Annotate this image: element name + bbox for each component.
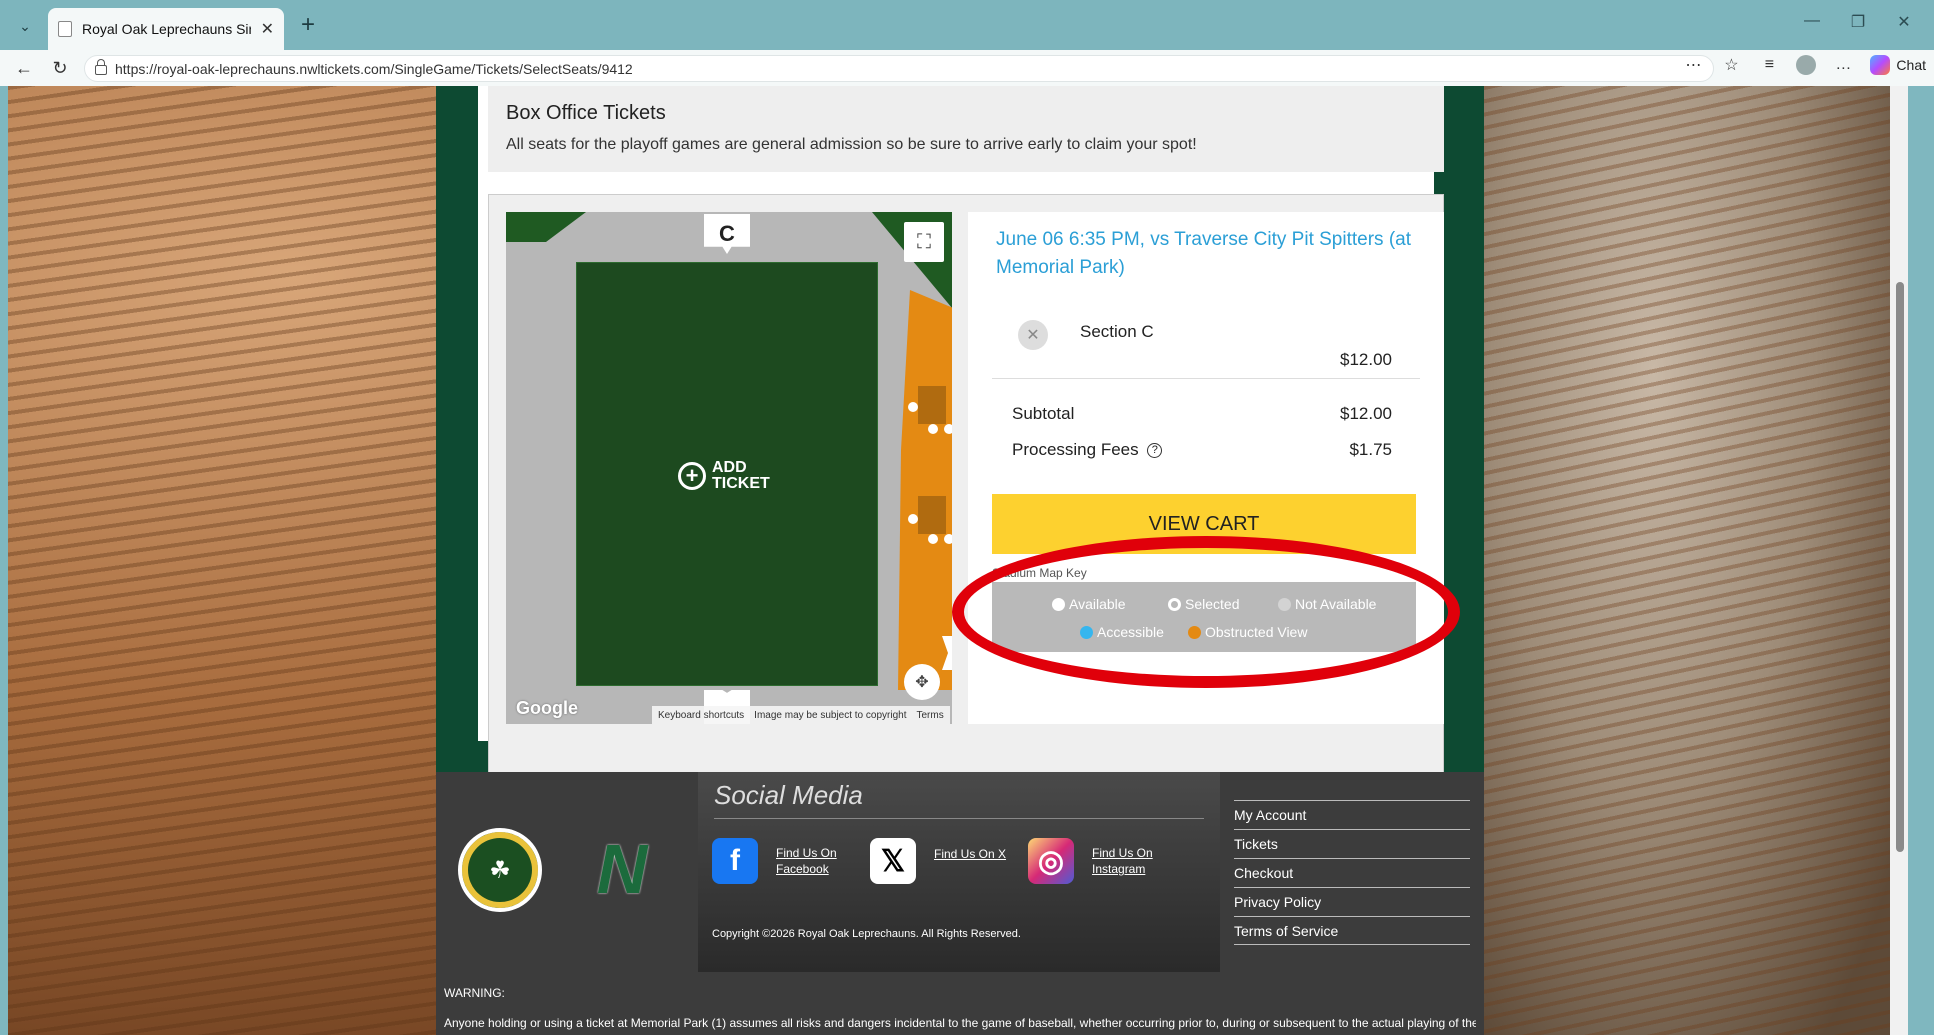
obstructed-view-section[interactable] [898,290,952,690]
seat-dot[interactable] [908,402,918,412]
lock-icon [95,59,107,75]
help-icon[interactable]: ? [1147,443,1163,459]
subtotal-value: $12.00 [1340,404,1392,423]
read-aloud-icon[interactable]: ⋯ [1682,55,1704,75]
page-scrollbar[interactable] [1890,86,1908,1035]
facebook-icon[interactable]: f [712,838,758,884]
processing-fees-value: $1.75 [1349,440,1392,459]
x-link[interactable]: Find Us On X [934,846,1014,862]
seat-dot[interactable] [908,514,918,524]
stadium-map[interactable]: C ⛶ ✥ + ADD TICKET Google Keyboard short… [506,212,952,724]
game-title: June 06 6:35 PM, vs Traverse City Pit Sp… [996,229,1411,278]
warning-text: Anyone holding or using a ticket at Memo… [444,1016,1476,1030]
background-glove-image [1484,86,1908,1035]
social-media-panel: Social Media f Find Us On Facebook 𝕏 Fin… [698,772,1220,972]
scrollbar-thumb[interactable] [1896,282,1904,852]
annotation-highlight-ring [952,536,1460,688]
chat-label[interactable]: Chat [1896,57,1926,73]
close-tab-icon[interactable]: ✕ [261,19,274,39]
google-logo: Google [516,698,578,718]
seat-dot[interactable] [928,424,938,434]
close-window-button[interactable]: ✕ [1884,12,1924,32]
seat-block[interactable] [918,386,946,424]
box-office-banner: Box Office Tickets All seats for the pla… [488,86,1444,172]
pan-control-icon[interactable]: ✥ [904,664,940,700]
cart-divider [992,378,1420,379]
footer-link-checkout[interactable]: Checkout [1234,858,1470,887]
processing-fees-row: Processing Fees ? [1012,440,1163,460]
plus-circle-icon: + [678,462,706,490]
box-office-description: All seats for the playoff games are gene… [506,136,1197,153]
instagram-social[interactable]: ◎ Find Us On Instagram [1028,838,1162,884]
x-social[interactable]: 𝕏 Find Us On X [870,838,1014,884]
page-icon [58,21,72,37]
box-office-title: Box Office Tickets [506,102,666,124]
copyright-text: Copyright ©2026 Royal Oak Leprechauns. A… [712,928,1021,940]
fullscreen-icon[interactable]: ⛶ [904,222,944,262]
minimize-button[interactable]: — [1792,12,1832,30]
address-toolbar: ← ↻ https://royal-oak-leprechauns.nwltic… [0,50,1934,86]
map-attribution: Keyboard shortcuts Image may be subject … [652,706,950,724]
back-button[interactable]: ← [10,56,38,80]
tab-bar: ⌄ Royal Oak Leprechauns Single Gar ✕ + —… [0,0,1934,50]
browser-tab[interactable]: Royal Oak Leprechauns Single Gar ✕ [48,8,284,50]
remove-ticket-icon[interactable]: ✕ [1018,320,1048,350]
footer-link-my-account[interactable]: My Account [1234,800,1470,829]
subtotal-label: Subtotal [1012,404,1075,423]
facebook-link[interactable]: Find Us On Facebook [776,845,846,877]
x-icon[interactable]: 𝕏 [870,838,916,884]
footer-link-privacy-policy[interactable]: Privacy Policy [1234,887,1470,916]
processing-fees-label: Processing Fees [1012,440,1139,459]
footer-link-tickets[interactable]: Tickets [1234,829,1470,858]
keyboard-shortcuts-link[interactable]: Keyboard shortcuts [658,710,744,721]
instagram-link[interactable]: Find Us On Instagram [1092,845,1162,877]
social-divider [714,818,1204,819]
map-copyright-text: Image may be subject to copyright [754,709,907,721]
league-logo[interactable]: N [574,826,670,912]
add-ticket-label-1: ADD [712,459,747,476]
seat-dot[interactable] [928,534,938,544]
add-ticket-button[interactable]: + ADD TICKET [678,460,770,492]
warning-title: WARNING: [444,986,505,1000]
tab-list-menu-button[interactable]: ⌄ [10,12,40,40]
page-viewport: Box Office Tickets All seats for the pla… [8,86,1908,1035]
facebook-social[interactable]: f Find Us On Facebook [712,838,846,884]
map-corner-left [506,212,586,242]
seat-dot[interactable] [944,424,952,434]
ticket-price: $12.00 [1340,350,1392,369]
footer-links: My Account Tickets Checkout Privacy Poli… [1234,800,1470,945]
map-terms-link[interactable]: Terms [916,710,943,721]
add-ticket-label-2: TICKET [712,475,770,492]
footer-link-terms-of-service[interactable]: Terms of Service [1234,916,1470,945]
new-tab-button[interactable]: + [294,12,322,40]
social-title: Social Media [714,780,863,810]
copilot-icon[interactable] [1870,55,1891,75]
tab-title: Royal Oak Leprechauns Single Gar [82,21,251,37]
profile-avatar[interactable] [1796,55,1817,75]
seat-dot[interactable] [944,534,952,544]
more-menu-icon[interactable]: … [1832,56,1854,74]
leprechauns-logo[interactable]: ☘ [458,828,542,912]
section-marker-c[interactable]: C [704,214,750,254]
refresh-button[interactable]: ↻ [46,56,74,80]
instagram-icon[interactable]: ◎ [1028,838,1074,884]
address-bar[interactable]: https://royal-oak-leprechauns.nwltickets… [84,55,1714,82]
browser-tools: ⋯ ☆ ≡ … Chat [1682,55,1926,75]
url-text: https://royal-oak-leprechauns.nwltickets… [115,60,633,77]
seat-block[interactable] [918,496,946,534]
restore-button[interactable]: ❐ [1838,12,1878,32]
favorite-star-icon[interactable]: ☆ [1720,55,1742,75]
ticket-section: Section C [1080,322,1154,341]
site-footer: ☘ N Social Media f Find Us On Facebook 𝕏… [436,772,1484,1035]
favorites-list-icon[interactable]: ≡ [1758,56,1780,74]
